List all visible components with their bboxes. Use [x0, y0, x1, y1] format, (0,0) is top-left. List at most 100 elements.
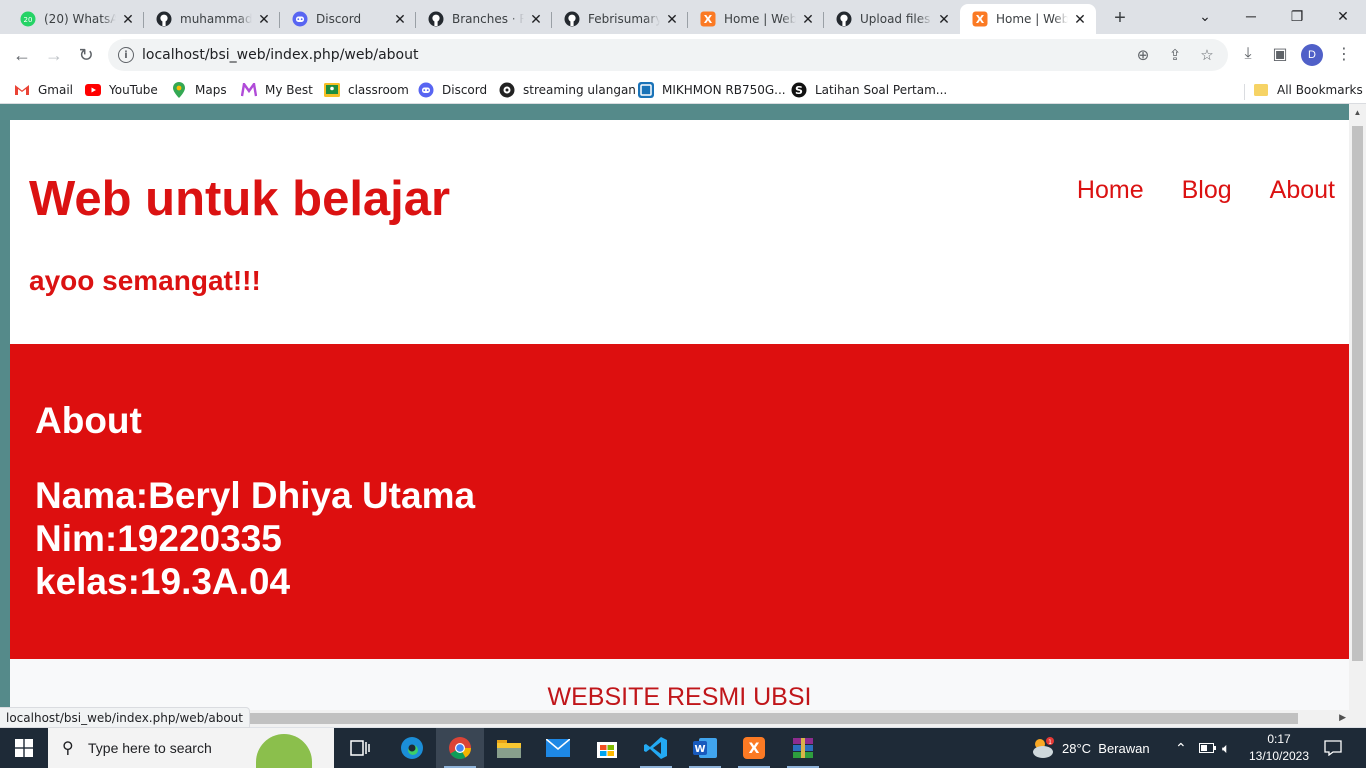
- restore-button[interactable]: ❐: [1274, 0, 1320, 32]
- taskbar-search[interactable]: ⚲ Type here to search: [48, 728, 334, 768]
- bookmark-streaming[interactable]: streaming ulangan: [499, 81, 636, 99]
- bookmark-youtube[interactable]: YouTube: [85, 81, 158, 99]
- close-tab-icon[interactable]: ✕: [120, 11, 136, 27]
- vertical-scroll-thumb[interactable]: [1352, 126, 1363, 661]
- close-tab-icon[interactable]: ✕: [1072, 11, 1088, 27]
- bookmark-mikhmon[interactable]: MIKHMON RB750G...: [638, 81, 786, 99]
- tab-strip: 20 (20) WhatsApp ✕ muhammadhaffiz ✕ Disc…: [0, 0, 1366, 34]
- nav-about-link[interactable]: About: [1270, 176, 1335, 205]
- bookmark-label: MIKHMON RB750G...: [662, 83, 786, 97]
- bookmark-star-icon[interactable]: ☆: [1198, 46, 1216, 64]
- bookmark-gmail[interactable]: Gmail: [14, 81, 73, 99]
- close-tab-icon[interactable]: ✕: [664, 11, 680, 27]
- search-icon: ⚲: [62, 740, 74, 757]
- weather-cloud-icon: 1: [1033, 737, 1054, 758]
- close-window-button[interactable]: ✕: [1320, 0, 1366, 32]
- bookmark-label: YouTube: [109, 83, 158, 97]
- site-container: Web untuk belajar Home Blog About ayoo s…: [10, 120, 1349, 710]
- address-bar[interactable]: i localhost/bsi_web/index.php/web/about …: [108, 39, 1228, 71]
- new-tab-button[interactable]: +: [1108, 6, 1132, 30]
- side-panel-icon[interactable]: ▣: [1270, 44, 1290, 64]
- notification-center-icon[interactable]: [1324, 728, 1342, 768]
- taskbar-winrar[interactable]: [779, 728, 827, 768]
- close-tab-icon[interactable]: ✕: [256, 11, 272, 27]
- close-tab-icon[interactable]: ✕: [936, 11, 952, 27]
- tab-upload-files[interactable]: Upload files ✕: [816, 4, 960, 34]
- link-status-bubble: localhost/bsi_web/index.php/web/about: [0, 707, 250, 728]
- search-placeholder: Type here to search: [88, 740, 212, 756]
- close-tab-icon[interactable]: ✕: [392, 11, 408, 27]
- xampp-icon: X: [700, 11, 716, 27]
- nav-home-link[interactable]: Home: [1077, 176, 1144, 205]
- reload-button[interactable]: ↻: [73, 42, 99, 68]
- youtube-icon: [85, 82, 101, 98]
- taskbar-xampp[interactable]: X: [730, 728, 778, 768]
- profile-avatar[interactable]: D: [1301, 44, 1323, 66]
- github-icon: [836, 11, 852, 27]
- close-tab-icon[interactable]: ✕: [528, 11, 544, 27]
- taskbar-file-explorer[interactable]: [485, 728, 533, 768]
- word-icon: W: [693, 738, 717, 758]
- close-tab-icon[interactable]: ✕: [800, 11, 816, 27]
- site-info-icon[interactable]: i: [118, 47, 134, 63]
- windows-start-button[interactable]: [0, 728, 48, 768]
- github-icon: [156, 11, 172, 27]
- download-icon[interactable]: ⤓: [1238, 44, 1258, 64]
- minimize-button[interactable]: ─: [1228, 0, 1274, 32]
- scroll-up-icon[interactable]: ▲: [1352, 108, 1363, 120]
- all-bookmarks[interactable]: All Bookmarks: [1253, 81, 1363, 99]
- bio-kelas: kelas:19.3A.04: [35, 561, 291, 602]
- bookmark-latihan[interactable]: S Latihan Soal Pertam...: [791, 81, 947, 99]
- tab-github-febri[interactable]: Febrisumaryanto ✕: [544, 4, 688, 34]
- whatsapp-icon: 20: [20, 11, 36, 27]
- tab-search-chevron-icon[interactable]: ⌄: [1182, 0, 1228, 32]
- site-nav: Home Blog About: [1077, 176, 1335, 205]
- bookmark-mybest[interactable]: My Best: [241, 81, 313, 99]
- taskbar-word[interactable]: W: [681, 728, 729, 768]
- clock-date: 13/10/2023: [1248, 749, 1310, 763]
- bio-nim: Nim:19220335: [35, 518, 282, 559]
- whatsapp-badge: 20: [24, 16, 33, 24]
- tab-home-web-active[interactable]: X Home | Web untuk belajar ✕: [960, 4, 1096, 34]
- mybest-icon: [241, 82, 257, 98]
- share-icon[interactable]: ⇪: [1166, 46, 1184, 64]
- bookmark-discord[interactable]: Discord: [418, 81, 487, 99]
- winrar-icon: [793, 738, 813, 758]
- store-icon: [597, 742, 617, 758]
- vertical-scrollbar[interactable]: ▲: [1349, 104, 1366, 710]
- bookmark-maps[interactable]: Maps: [171, 81, 227, 99]
- taskbar-chrome[interactable]: [436, 728, 484, 768]
- taskbar-edge[interactable]: [388, 728, 436, 768]
- show-hidden-icons[interactable]: ⌃: [1175, 728, 1187, 768]
- taskbar-mail[interactable]: [534, 728, 582, 768]
- volume-icon[interactable]: 🔈︎: [1222, 728, 1230, 768]
- footer-text: WEBSITE RESMI UBSI: [547, 683, 812, 710]
- battery-icon[interactable]: [1199, 728, 1217, 768]
- tab-discord[interactable]: Discord ✕: [272, 4, 416, 34]
- bookmark-classroom[interactable]: classroom: [324, 81, 409, 99]
- site-title: Web untuk belajar: [29, 172, 451, 226]
- weather-widget[interactable]: 1 28°C Berawan: [1030, 728, 1150, 768]
- back-button[interactable]: ←: [9, 42, 35, 68]
- tab-github-branches[interactable]: Branches · Repository ✕: [408, 4, 552, 34]
- site-header: Web untuk belajar Home Blog About ayoo s…: [10, 120, 1349, 344]
- task-view-button[interactable]: [336, 728, 384, 768]
- tab-home-web-1[interactable]: X Home | Web untuk belajar ✕: [680, 4, 824, 34]
- tab-title: muhammadhaffiz: [180, 12, 252, 26]
- system-clock[interactable]: 0:17 13/10/2023: [1248, 731, 1310, 765]
- url-text[interactable]: localhost/bsi_web/index.php/web/about: [142, 47, 418, 63]
- forward-button[interactable]: →: [41, 42, 67, 68]
- tab-whatsapp[interactable]: 20 (20) WhatsApp ✕: [0, 4, 144, 34]
- taskbar-vscode[interactable]: [632, 728, 680, 768]
- menu-kebab-icon[interactable]: ⋮: [1334, 44, 1354, 64]
- browser-toolbar: ← → ↻ i localhost/bsi_web/index.php/web/…: [0, 34, 1366, 76]
- about-section: About Nama:Beryl Dhiya Utama Nim:1922033…: [10, 344, 1349, 659]
- taskbar-store[interactable]: [583, 728, 631, 768]
- tab-title: Branches · Repository: [452, 12, 524, 26]
- scroll-right-icon[interactable]: ▶: [1339, 712, 1346, 723]
- bio-block: Nama:Beryl Dhiya Utama Nim:19220335 kela…: [35, 474, 475, 603]
- tab-github-muhammad[interactable]: muhammadhaffiz ✕: [136, 4, 280, 34]
- latihan-icon: S: [791, 82, 807, 98]
- nav-blog-link[interactable]: Blog: [1182, 176, 1232, 205]
- zoom-icon[interactable]: ⊕: [1134, 46, 1152, 64]
